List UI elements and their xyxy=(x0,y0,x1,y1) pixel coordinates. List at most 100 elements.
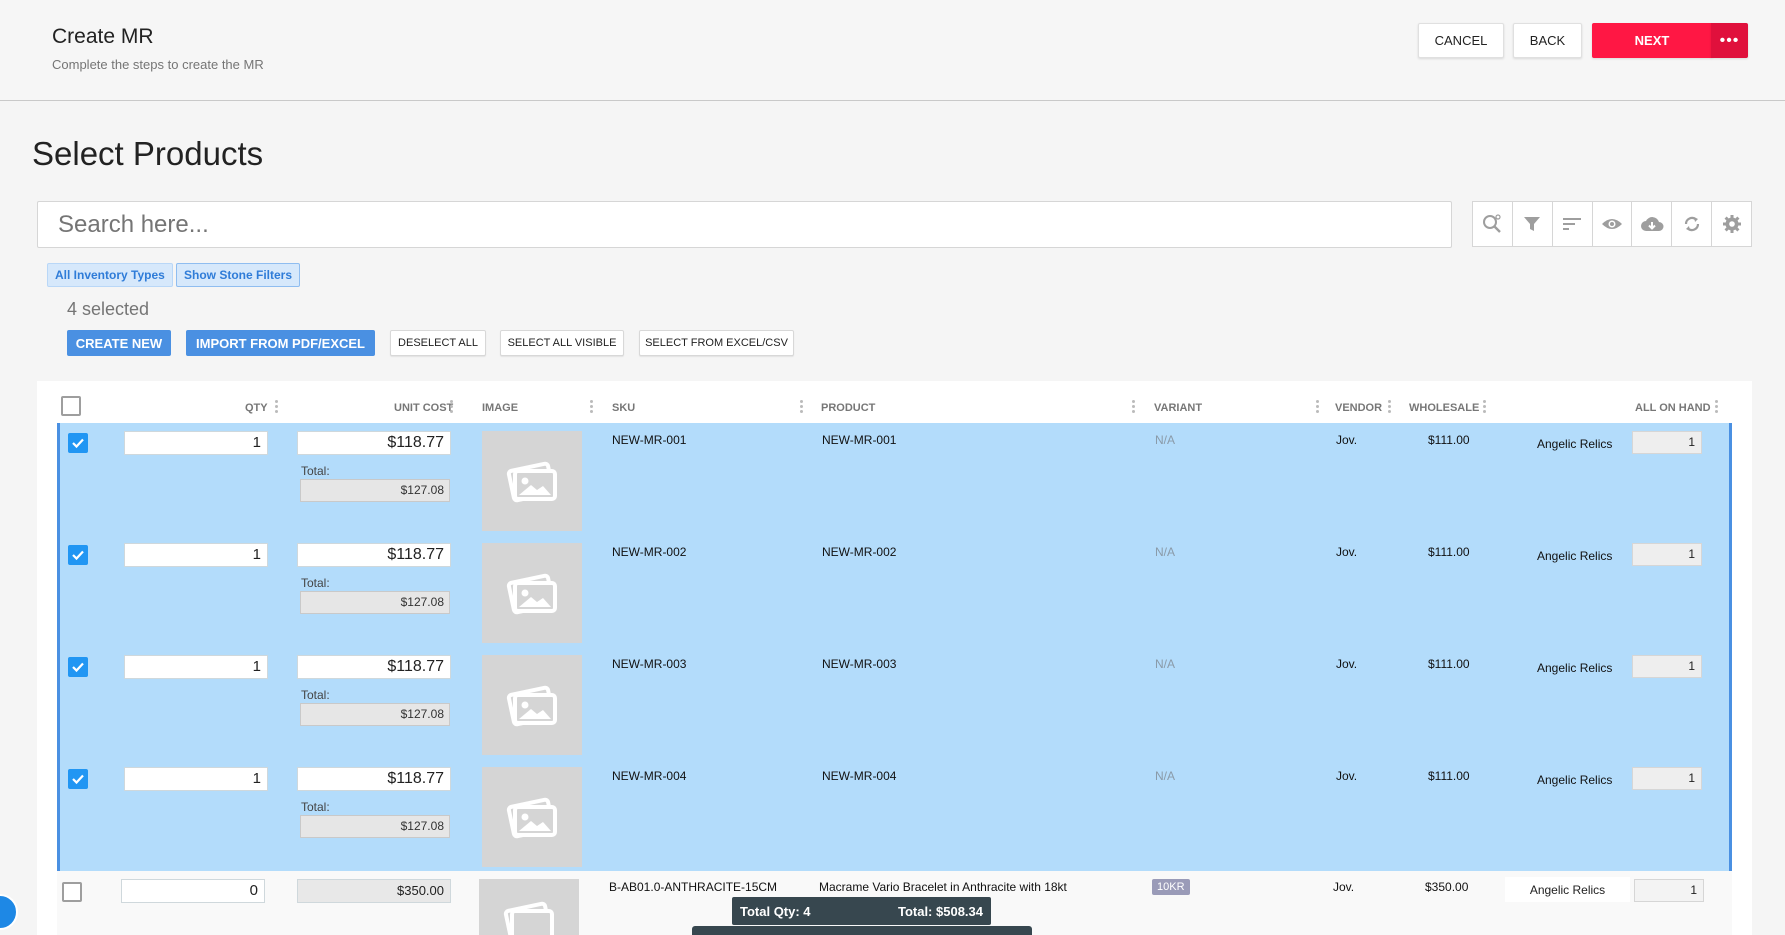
variant-cell: N/A xyxy=(1155,433,1176,447)
column-menu-icon[interactable] xyxy=(275,400,278,414)
column-menu-icon[interactable] xyxy=(1132,400,1135,414)
wholesale-cell: $350.00 xyxy=(1425,880,1469,894)
filter-icon[interactable] xyxy=(1513,202,1553,246)
total-value: $127.08 xyxy=(300,815,450,838)
image-placeholder-icon xyxy=(506,797,557,839)
variant-cell: N/A xyxy=(1155,657,1176,671)
qty-input[interactable]: 0 xyxy=(121,879,265,903)
qty-input[interactable]: 1 xyxy=(124,655,268,679)
qty-input[interactable]: 1 xyxy=(124,767,268,791)
column-header-image[interactable]: IMAGE xyxy=(482,402,518,414)
sku-cell: B-AB01.0-ANTHRACITE-15CM xyxy=(609,880,778,894)
table-toolbar xyxy=(1472,201,1752,247)
product-image xyxy=(482,655,582,755)
sku-cell: NEW-MR-004 xyxy=(612,769,687,783)
product-cell: NEW-MR-003 xyxy=(822,657,897,671)
table-row[interactable]: 1 $118.77 Total: $127.08 NEW-MR-001 NEW-… xyxy=(60,423,1735,535)
search-input[interactable] xyxy=(38,202,1451,247)
store-name: Angelic Relics xyxy=(1537,549,1613,563)
cancel-button[interactable]: CANCEL xyxy=(1418,23,1504,58)
next-button[interactable]: NEXT xyxy=(1592,23,1712,58)
page-header-title: Create MR xyxy=(52,25,154,48)
help-widget-button[interactable] xyxy=(0,894,18,930)
column-menu-icon[interactable] xyxy=(800,400,803,414)
column-menu-icon[interactable] xyxy=(1316,400,1319,414)
vendor-cell: Jov. xyxy=(1336,657,1358,671)
select-all-checkbox[interactable] xyxy=(61,396,81,416)
column-header-vendor[interactable]: VENDOR xyxy=(1335,402,1382,414)
image-placeholder-icon xyxy=(506,685,557,727)
row-checkbox[interactable] xyxy=(68,657,88,677)
eye-icon[interactable] xyxy=(1593,202,1633,246)
cloud-download-icon[interactable] xyxy=(1632,202,1673,246)
product-image xyxy=(482,543,582,643)
column-menu-icon[interactable] xyxy=(1388,400,1391,414)
sku-cell: NEW-MR-003 xyxy=(612,657,687,671)
gear-icon[interactable] xyxy=(1712,202,1751,246)
on-hand-input[interactable]: 1 xyxy=(1632,431,1702,454)
column-header-product[interactable]: PRODUCT xyxy=(821,402,875,414)
page-header: Create MR Complete the steps to create t… xyxy=(0,0,1785,101)
total-amount: Total: $508.34 xyxy=(897,903,983,919)
column-menu-icon[interactable] xyxy=(1483,400,1486,414)
sort-icon[interactable] xyxy=(1553,202,1593,246)
row-checkbox[interactable] xyxy=(68,433,88,453)
table-row[interactable]: 1 $118.77 Total: $127.08 NEW-MR-002 NEW-… xyxy=(60,535,1735,647)
table-row[interactable]: 1 $118.77 Total: $127.08 NEW-MR-004 NEW-… xyxy=(60,759,1735,871)
total-label: Total: xyxy=(301,464,330,478)
on-hand-input[interactable]: 1 xyxy=(1632,767,1702,790)
unit-cost-input[interactable]: $118.77 xyxy=(297,543,451,567)
qty-input[interactable]: 1 xyxy=(124,431,268,455)
total-value: $127.08 xyxy=(300,479,450,502)
create-new-button[interactable]: CREATE NEW xyxy=(67,330,171,356)
select-all-visible-button[interactable]: SELECT ALL VISIBLE xyxy=(500,330,624,356)
total-qty: Total Qty: 4 xyxy=(740,903,811,919)
unit-cost-input[interactable]: $118.77 xyxy=(297,767,451,791)
store-name: Angelic Relics xyxy=(1537,773,1613,787)
wholesale-cell: $111.00 xyxy=(1428,657,1470,671)
column-menu-icon[interactable] xyxy=(450,400,453,414)
summary-bar-background xyxy=(692,926,1032,935)
refresh-icon[interactable] xyxy=(1672,202,1713,246)
select-from-excel-button[interactable]: SELECT FROM EXCEL/CSV xyxy=(639,330,794,356)
on-hand-input[interactable]: 1 xyxy=(1632,655,1702,678)
total-value: $127.08 xyxy=(300,591,450,614)
product-cell: NEW-MR-004 xyxy=(822,769,897,783)
page-header-subtitle: Complete the steps to create the MR xyxy=(52,57,264,72)
back-button[interactable]: BACK xyxy=(1513,23,1582,58)
total-label: Total: xyxy=(301,688,330,702)
column-header-sku[interactable]: SKU xyxy=(612,402,635,414)
store-name: Angelic Relics xyxy=(1537,437,1613,451)
column-menu-icon[interactable] xyxy=(1715,400,1718,414)
column-header-qty[interactable]: QTY xyxy=(245,402,268,414)
image-placeholder-icon xyxy=(506,573,557,615)
column-header-variant[interactable]: VARIANT xyxy=(1154,402,1202,414)
sku-cell: NEW-MR-001 xyxy=(612,433,687,447)
total-label: Total: xyxy=(301,576,330,590)
vendor-cell: Jov. xyxy=(1336,769,1358,783)
search-settings-icon[interactable] xyxy=(1473,202,1513,246)
on-hand-input[interactable]: 1 xyxy=(1634,879,1704,902)
stone-filters-toggle[interactable]: Show Stone Filters xyxy=(176,263,301,287)
product-cell: NEW-MR-001 xyxy=(822,433,897,447)
column-header-all-on-hand[interactable]: ALL ON HAND xyxy=(1635,402,1711,414)
on-hand-input[interactable]: 1 xyxy=(1632,543,1702,566)
row-checkbox[interactable] xyxy=(62,882,82,902)
vendor-cell: Jov. xyxy=(1336,433,1358,447)
unit-cost-input[interactable]: $118.77 xyxy=(297,431,451,455)
column-menu-icon[interactable] xyxy=(590,400,593,414)
total-label: Total: xyxy=(301,800,330,814)
inventory-types-filter[interactable]: All Inventory Types xyxy=(47,263,173,287)
table-row[interactable]: 1 $118.77 Total: $127.08 NEW-MR-003 NEW-… xyxy=(60,647,1735,759)
import-button[interactable]: IMPORT FROM PDF/EXCEL xyxy=(186,330,375,356)
row-checkbox[interactable] xyxy=(68,769,88,789)
column-header-wholesale[interactable]: WHOLESALE xyxy=(1409,402,1479,414)
unit-cost-input[interactable]: $118.77 xyxy=(297,655,451,679)
more-options-button[interactable]: ••• xyxy=(1711,23,1748,58)
unit-cost-input[interactable]: $350.00 xyxy=(297,879,451,903)
column-header-unit-cost[interactable]: UNIT COST xyxy=(394,402,453,414)
product-image xyxy=(482,431,582,531)
qty-input[interactable]: 1 xyxy=(124,543,268,567)
row-checkbox[interactable] xyxy=(68,545,88,565)
deselect-all-button[interactable]: DESELECT ALL xyxy=(390,330,486,356)
